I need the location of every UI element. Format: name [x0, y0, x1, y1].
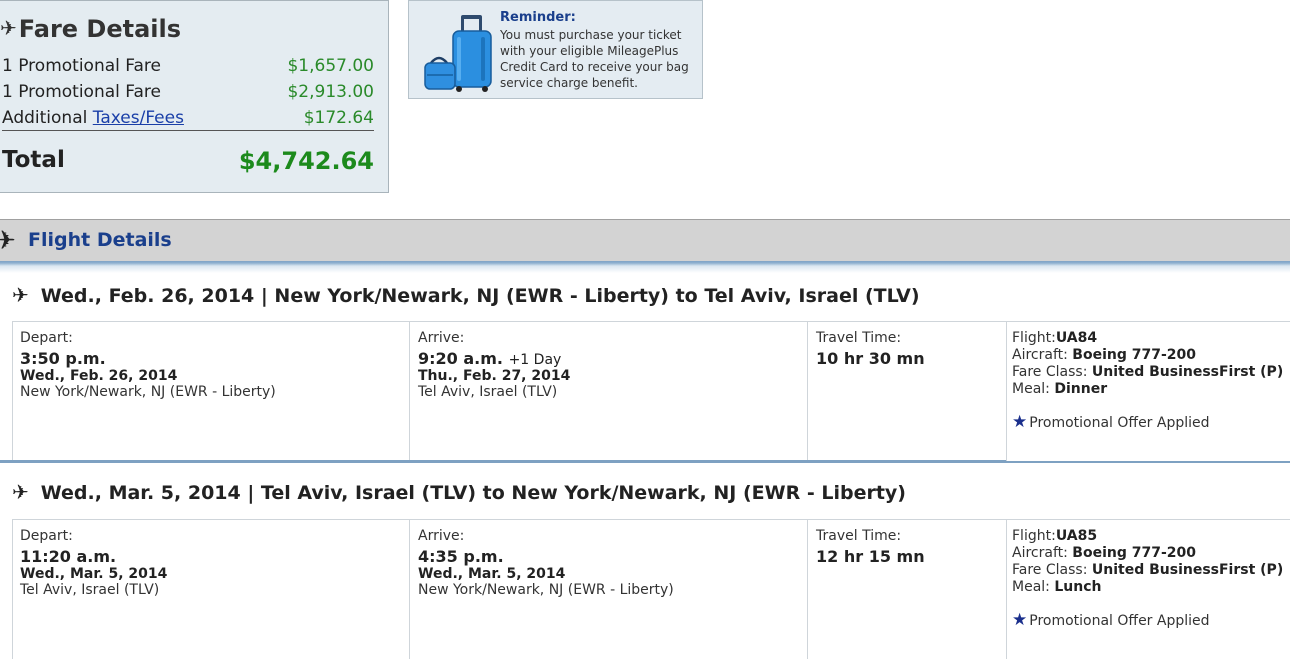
depart-date: Wed., Feb. 26, 2014	[20, 368, 178, 384]
fare-details-panel: ✈Fare Details 1 Promotional Fare $1,657.…	[0, 0, 389, 193]
arrive-date: Wed., Mar. 5, 2014	[418, 566, 566, 582]
meal-label: Meal:	[1012, 381, 1050, 397]
meal-value: Dinner	[1054, 381, 1108, 397]
flight-label: Flight:	[1012, 330, 1056, 346]
aircraft-line: Aircraft: Boeing 777-200	[1012, 347, 1290, 364]
arrive-city: New York/Newark, NJ (EWR - Liberty)	[418, 582, 674, 598]
taxes-prefix: Additional	[2, 108, 88, 128]
taxes-amount: $172.64	[303, 108, 374, 128]
travel-time-value: 10 hr 30 mn	[816, 349, 925, 368]
promo-line: ★ Promotional Offer Applied	[1012, 612, 1290, 630]
segment-header: ✈ Wed., Mar. 5, 2014 | Tel Aviv, Israel (…	[12, 480, 906, 504]
arrive-cell: Arrive: 9:20 a.m. +1 Day Thu., Feb. 27, …	[409, 321, 807, 461]
fare-class-label: Fare Class:	[1012, 364, 1088, 380]
depart-cell: Depart: 11:20 a.m. Wed., Mar. 5, 2014 Te…	[12, 519, 410, 659]
fare-details-title-text: Fare Details	[18, 15, 182, 43]
promo-text: Promotional Offer Applied	[1029, 415, 1210, 431]
depart-cell: Depart: 3:50 p.m. Wed., Feb. 26, 2014 Ne…	[12, 321, 410, 461]
depart-label: Depart:	[20, 528, 73, 544]
luggage-icon	[424, 15, 492, 92]
travel-time-label: Travel Time:	[816, 528, 902, 544]
segment-header-text: Wed., Feb. 26, 2014 | New York/Newark, N…	[40, 285, 920, 307]
fare-row: 1 Promotional Fare $1,657.00	[2, 56, 374, 76]
depart-city: Tel Aviv, Israel (TLV)	[20, 582, 160, 598]
fare-row: 1 Promotional Fare $2,913.00	[2, 82, 374, 102]
flight-number-line: Flight:UA84	[1012, 330, 1290, 347]
promo-text: Promotional Offer Applied	[1029, 613, 1210, 629]
arrive-city: Tel Aviv, Israel (TLV)	[418, 384, 558, 400]
aircraft-value: Boeing 777-200	[1072, 347, 1196, 363]
flight-number: UA85	[1055, 528, 1098, 544]
depart-time: 11:20 a.m.	[20, 547, 117, 566]
aircraft-value: Boeing 777-200	[1072, 545, 1196, 561]
fare-class-value: United BusinessFirst (P)	[1091, 562, 1284, 578]
promo-line: ★ Promotional Offer Applied	[1012, 414, 1290, 432]
fare-class-label: Fare Class:	[1012, 562, 1088, 578]
meal-value: Lunch	[1054, 579, 1102, 595]
flight-label: Flight:	[1012, 528, 1056, 544]
airplane-icon: ✈	[0, 226, 16, 256]
depart-city: New York/Newark, NJ (EWR - Liberty)	[20, 384, 276, 400]
plus-day: +1 Day	[508, 352, 562, 368]
travel-time-value: 12 hr 15 mn	[816, 547, 925, 566]
flight-details-header: ✈ Flight Details	[0, 219, 1290, 261]
segment-bottom-bar	[0, 460, 1006, 463]
depart-date: Wed., Mar. 5, 2014	[20, 566, 168, 582]
fare-row-amount: $1,657.00	[287, 56, 374, 76]
travel-time-cell: Travel Time: 10 hr 30 mn	[807, 321, 1006, 461]
arrive-date: Thu., Feb. 27, 2014	[418, 368, 571, 384]
fare-divider	[2, 130, 374, 131]
segment-header-text: Wed., Mar. 5, 2014 | Tel Aviv, Israel (T…	[40, 482, 906, 504]
flight-number: UA84	[1055, 330, 1098, 346]
total-row: Total $4,742.64	[2, 147, 374, 175]
fare-details-title: ✈Fare Details	[0, 15, 181, 43]
fare-row-label: 1 Promotional Fare	[2, 82, 161, 102]
depart-label: Depart:	[20, 330, 73, 346]
reminder-text: You must purchase your ticket with your …	[500, 28, 689, 90]
travel-time-label: Travel Time:	[816, 330, 902, 346]
meal-label: Meal:	[1012, 579, 1050, 595]
fare-row-amount: $2,913.00	[287, 82, 374, 102]
arrive-cell: Arrive: 4:35 p.m. Wed., Mar. 5, 2014 New…	[409, 519, 807, 659]
fare-class-line: Fare Class: United BusinessFirst (P)	[1012, 364, 1290, 381]
arrive-time-line: 4:35 p.m.	[418, 547, 807, 566]
taxes-fees-link[interactable]: Taxes/Fees	[93, 108, 184, 128]
flight-number-line: Flight:UA85	[1012, 528, 1290, 545]
aircraft-label: Aircraft:	[1012, 347, 1068, 363]
header-accent-bar	[0, 261, 1290, 273]
taxes-row: Additional Taxes/Fees $172.64	[2, 108, 374, 128]
star-icon: ★	[1012, 610, 1028, 630]
airplane-icon: ✈	[12, 283, 29, 307]
aircraft-label: Aircraft:	[1012, 545, 1068, 561]
bag-reminder-panel: Reminder: You must purchase your ticket …	[408, 0, 703, 99]
flight-info-cell: Flight:UA84 Aircraft: Boeing 777-200 Far…	[1006, 321, 1290, 461]
aircraft-line: Aircraft: Boeing 777-200	[1012, 545, 1290, 562]
flight-info-cell: Flight:UA85 Aircraft: Boeing 777-200 Far…	[1006, 519, 1290, 659]
flight-bottom-bar	[1006, 461, 1290, 463]
depart-time: 3:50 p.m.	[20, 349, 106, 368]
arrive-label: Arrive:	[418, 528, 465, 544]
reminder-title: Reminder:	[500, 10, 576, 25]
fare-class-line: Fare Class: United BusinessFirst (P)	[1012, 562, 1290, 579]
arrive-time: 4:35 p.m.	[418, 547, 504, 566]
arrive-time: 9:20 a.m.	[418, 349, 503, 368]
star-icon: ★	[1012, 412, 1028, 432]
meal-line: Meal: Lunch	[1012, 579, 1290, 596]
airplane-icon: ✈	[12, 480, 29, 504]
total-amount: $4,742.64	[238, 147, 374, 175]
travel-time-cell: Travel Time: 12 hr 15 mn	[807, 519, 1006, 659]
arrive-label: Arrive:	[418, 330, 465, 346]
fare-class-value: United BusinessFirst (P)	[1091, 364, 1284, 380]
fare-row-label: 1 Promotional Fare	[2, 56, 161, 76]
segment-header: ✈ Wed., Feb. 26, 2014 | New York/Newark, …	[12, 283, 920, 307]
airplane-icon: ✈	[0, 16, 17, 40]
arrive-time-line: 9:20 a.m. +1 Day	[418, 349, 807, 368]
meal-line: Meal: Dinner	[1012, 381, 1290, 398]
flight-details-title: Flight Details	[28, 229, 172, 251]
total-label: Total	[2, 147, 65, 173]
